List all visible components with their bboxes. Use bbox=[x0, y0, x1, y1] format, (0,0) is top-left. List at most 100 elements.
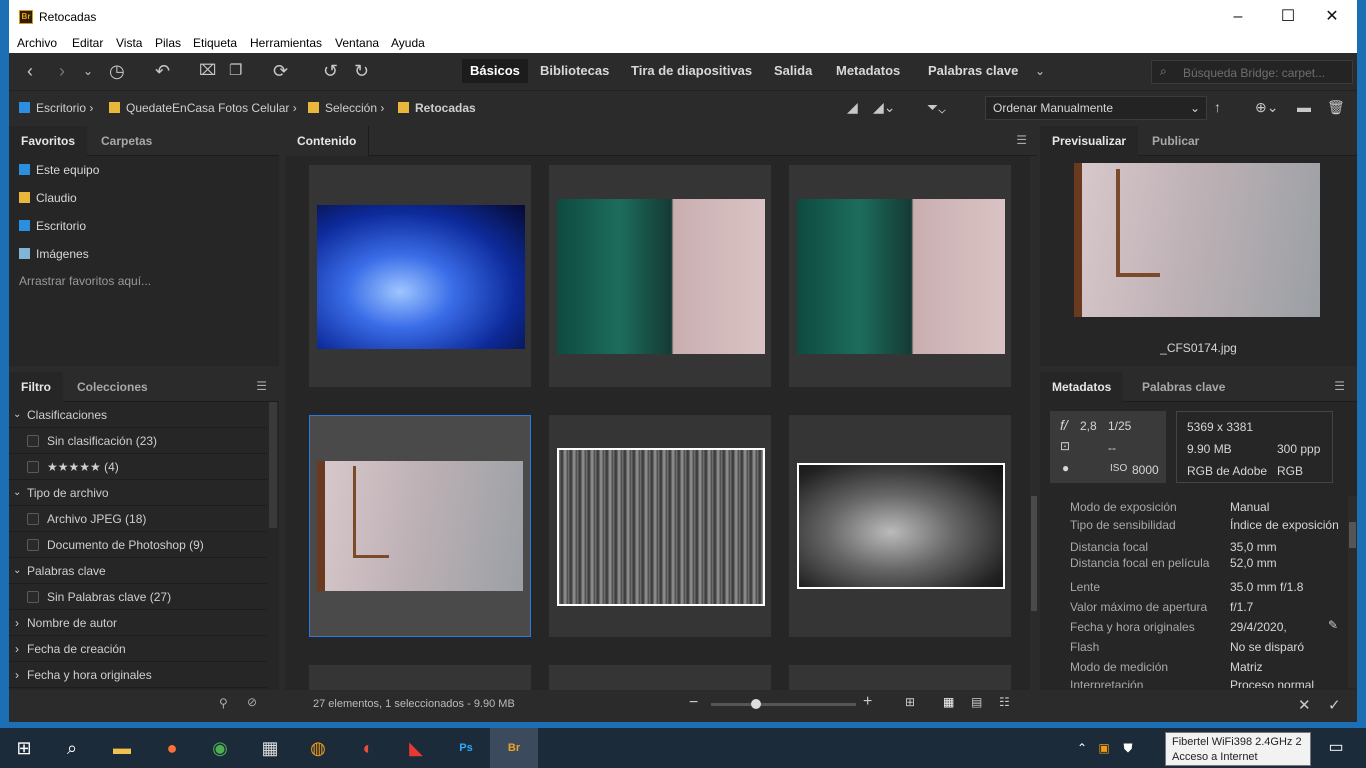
thumbnail-view-icon[interactable]: ▦ bbox=[943, 695, 954, 709]
favorite-imagenes[interactable]: Imágenes bbox=[19, 247, 89, 261]
trash-icon[interactable]: 🗑 bbox=[1327, 97, 1345, 117]
chrome-icon[interactable]: ◉ bbox=[196, 728, 244, 768]
rating-filter-icon[interactable]: ◢⌄ bbox=[873, 97, 896, 117]
scrollbar-thumb[interactable] bbox=[1031, 496, 1037, 611]
filter-scrollbar[interactable] bbox=[269, 402, 277, 528]
pin-icon[interactable]: ⚲ bbox=[219, 696, 228, 710]
panel-menu-icon[interactable]: ☰ bbox=[256, 379, 267, 393]
favorite-claudio[interactable]: Claudio bbox=[19, 191, 77, 205]
details-view-icon[interactable]: ▤ bbox=[971, 695, 982, 709]
thumbnail-partial[interactable] bbox=[789, 665, 1011, 690]
checkbox[interactable] bbox=[27, 435, 39, 447]
breadcrumb-escritorio[interactable]: Escritorio › bbox=[19, 101, 93, 115]
breadcrumb-quedate[interactable]: QuedateEnCasa Fotos Celular › bbox=[109, 101, 297, 115]
photoshop-icon[interactable]: Ps bbox=[442, 728, 490, 768]
chevron-down-icon[interactable]: ⌄ bbox=[83, 61, 93, 81]
filter-section-creacion[interactable]: › Fecha de creación bbox=[9, 636, 267, 662]
windows-start-icon[interactable]: ⊞ bbox=[0, 728, 48, 768]
workspace-basicos[interactable]: Básicos bbox=[462, 59, 528, 83]
workspace-more-icon[interactable]: ⌄ bbox=[1035, 61, 1045, 81]
menu-pilas[interactable]: Pilas bbox=[155, 36, 181, 50]
thumbnail-tiles-1[interactable] bbox=[549, 165, 771, 387]
rotate-right-icon[interactable]: ↻ bbox=[354, 61, 369, 81]
filter-icon[interactable]: ⏷⌄ bbox=[927, 97, 946, 117]
menu-herramientas[interactable]: Herramientas bbox=[250, 36, 322, 50]
firefox-icon[interactable]: ● bbox=[148, 728, 196, 768]
checkbox[interactable] bbox=[27, 513, 39, 525]
tab-palabras-clave[interactable]: Palabras clave bbox=[1130, 372, 1237, 402]
ccleaner-icon[interactable]: ◐ bbox=[344, 728, 392, 768]
menu-ventana[interactable]: Ventana bbox=[335, 36, 379, 50]
filter-section-fecha[interactable]: › Fecha y hora originales bbox=[9, 662, 267, 688]
thumbnail-partial[interactable] bbox=[309, 665, 531, 690]
thumbnail-selected[interactable] bbox=[309, 415, 531, 637]
menu-vista[interactable]: Vista bbox=[116, 36, 142, 50]
rotate-left-icon[interactable]: ↺ bbox=[323, 61, 338, 81]
breadcrumb-seleccion[interactable]: Selección › bbox=[308, 101, 384, 115]
recent-icon[interactable]: ◷ bbox=[109, 61, 125, 81]
notifications-icon[interactable]: ▭ bbox=[1312, 728, 1360, 768]
tab-contenido[interactable]: Contenido bbox=[285, 126, 370, 156]
forward-icon[interactable]: › bbox=[59, 61, 65, 81]
filter-psd[interactable]: Documento de Photoshop (9) bbox=[9, 532, 267, 558]
scrollbar-thumb[interactable] bbox=[1349, 522, 1356, 548]
file-explorer-icon[interactable]: ▬ bbox=[98, 728, 146, 768]
tab-colecciones[interactable]: Colecciones bbox=[65, 372, 160, 402]
checkbox[interactable] bbox=[27, 591, 39, 603]
breadcrumb-retocadas[interactable]: Retocadas bbox=[398, 101, 476, 115]
minimize-icon[interactable]: – bbox=[1215, 4, 1261, 30]
close-icon[interactable]: ✕ bbox=[1309, 4, 1355, 30]
bridge-icon[interactable]: Br bbox=[490, 728, 538, 768]
metadata-scrollbar[interactable] bbox=[1348, 496, 1357, 688]
menu-etiqueta[interactable]: Etiqueta bbox=[193, 36, 237, 50]
checkbox[interactable] bbox=[27, 539, 39, 551]
panel-menu-icon[interactable]: ☰ bbox=[1016, 133, 1027, 147]
zoom-out-icon[interactable]: − bbox=[689, 694, 698, 712]
filter-jpeg[interactable]: Archivo JPEG (18) bbox=[9, 506, 267, 532]
maximize-icon[interactable]: ☐ bbox=[1265, 4, 1311, 30]
search-field[interactable]: ⌕ Búsqueda Bridge: carpet... bbox=[1151, 60, 1353, 84]
menu-editar[interactable]: Editar bbox=[72, 36, 103, 50]
apply-icon[interactable]: ✓ bbox=[1328, 696, 1341, 714]
search-icon[interactable]: ⌕ bbox=[48, 728, 96, 768]
edit-pencil-icon[interactable]: ✎ bbox=[1328, 618, 1338, 632]
tab-favoritos[interactable]: Favoritos bbox=[9, 126, 88, 156]
favorite-escritorio[interactable]: Escritorio bbox=[19, 219, 86, 233]
tab-metadatos[interactable]: Metadatos bbox=[1040, 372, 1124, 402]
workspace-bibliotecas[interactable]: Bibliotecas bbox=[532, 59, 617, 83]
sort-ascending-icon[interactable]: ↑ bbox=[1214, 97, 1221, 117]
workspace-salida[interactable]: Salida bbox=[766, 59, 820, 83]
checkbox[interactable] bbox=[27, 461, 39, 473]
cancel-icon[interactable]: ✕ bbox=[1298, 696, 1311, 714]
content-scrollbar[interactable] bbox=[1030, 156, 1037, 690]
filter-section-autor[interactable]: › Nombre de autor bbox=[9, 610, 267, 636]
workspace-tira[interactable]: Tira de diapositivas bbox=[623, 59, 760, 83]
refine-icon[interactable]: ❐ bbox=[229, 61, 242, 81]
boomerang-icon[interactable]: ↶ bbox=[155, 61, 170, 81]
open-recent-icon[interactable]: ⟳ bbox=[273, 61, 288, 81]
app-icon[interactable]: ◍ bbox=[294, 728, 342, 768]
workspace-palabras[interactable]: Palabras clave bbox=[920, 59, 1026, 83]
acrobat-icon[interactable]: ◣ bbox=[392, 728, 440, 768]
menu-archivo[interactable]: Archivo bbox=[17, 36, 57, 50]
thumbnail-woman[interactable] bbox=[789, 415, 1011, 637]
back-icon[interactable]: ‹ bbox=[27, 61, 33, 81]
panel-menu-icon[interactable]: ☰ bbox=[1334, 379, 1345, 393]
tab-carpetas[interactable]: Carpetas bbox=[89, 126, 164, 156]
workspace-metadatos[interactable]: Metadatos bbox=[828, 59, 908, 83]
tab-filtro[interactable]: Filtro bbox=[9, 372, 63, 402]
calculator-icon[interactable]: ▦ bbox=[246, 728, 294, 768]
preview-image[interactable] bbox=[1074, 163, 1320, 317]
filter-section-clasificaciones[interactable]: ⌄ Clasificaciones bbox=[9, 402, 267, 428]
menu-ayuda[interactable]: Ayuda bbox=[391, 36, 425, 50]
slider-handle[interactable] bbox=[751, 699, 761, 709]
clear-filter-icon[interactable]: ⊘ bbox=[247, 695, 257, 709]
filter-sin-clasificacion[interactable]: Sin clasificación (23) bbox=[9, 428, 267, 454]
tab-previsualizar[interactable]: Previsualizar bbox=[1040, 126, 1139, 156]
thumbnail-spiral[interactable] bbox=[309, 165, 531, 387]
grid-lock-icon[interactable]: ⊞ bbox=[905, 695, 915, 709]
filter-section-tipo[interactable]: ⌄ Tipo de archivo bbox=[9, 480, 267, 506]
zoom-in-icon[interactable]: + bbox=[863, 693, 872, 711]
sort-select[interactable]: Ordenar Manualmente ⌄ bbox=[985, 96, 1207, 120]
filter-sin-palabras[interactable]: Sin Palabras clave (27) bbox=[9, 584, 267, 610]
